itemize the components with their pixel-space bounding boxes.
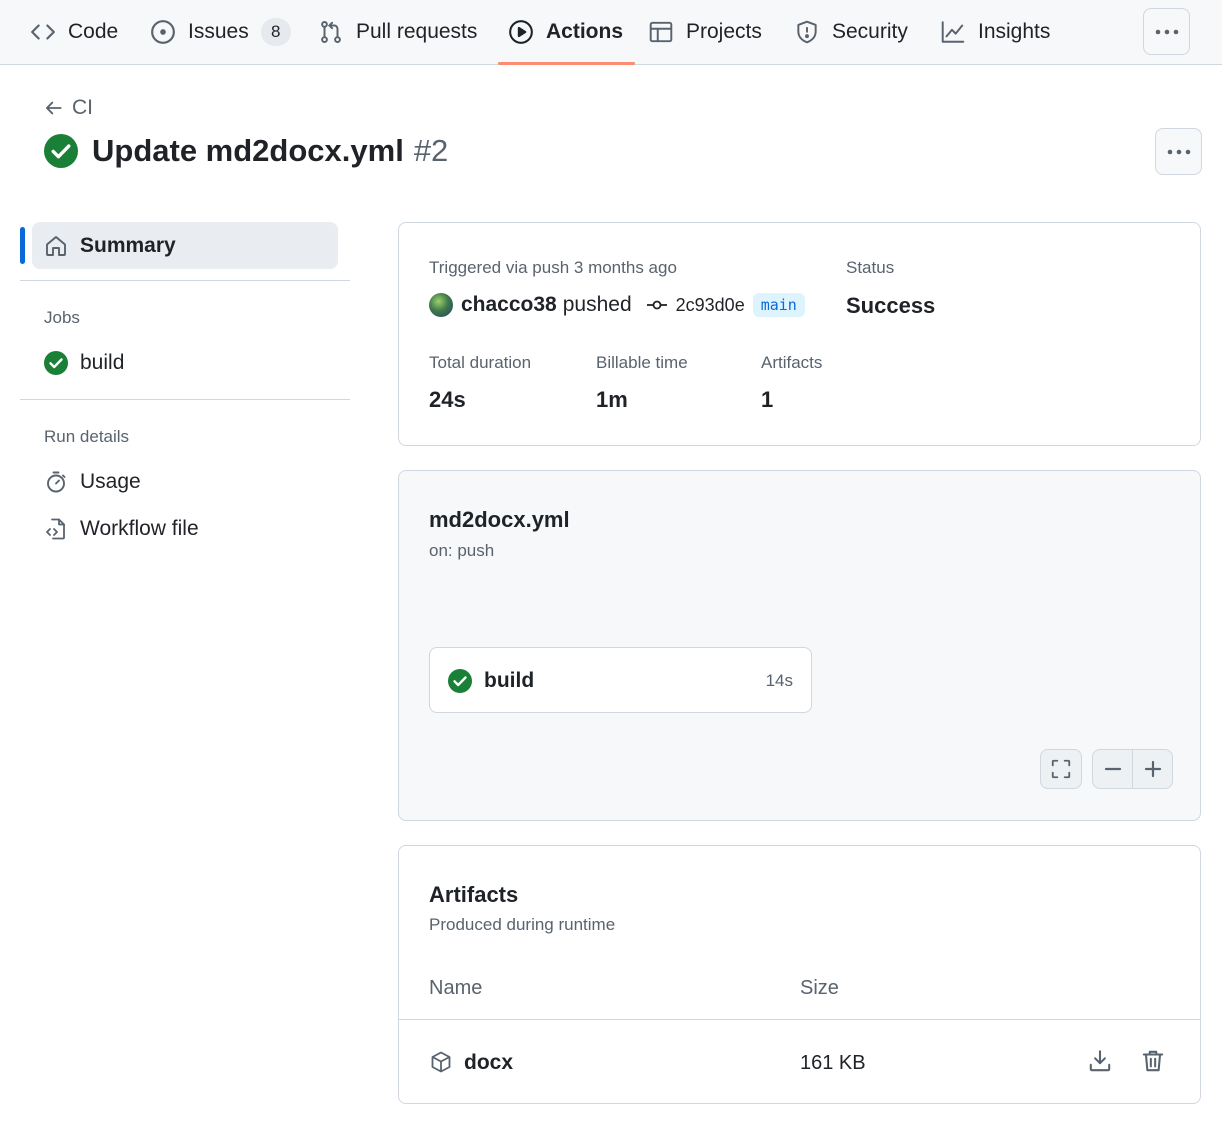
artifacts-count-value[interactable]: 1	[761, 387, 773, 413]
tab-projects[interactable]: Projects	[648, 0, 762, 64]
tab-issues-label: Issues	[188, 20, 249, 43]
sidebar-workflow-file-label: Workflow file	[80, 517, 199, 540]
artifacts-count-label: Artifacts	[761, 353, 823, 372]
fullscreen-button[interactable]	[1040, 749, 1082, 789]
play-icon	[508, 19, 534, 45]
back-link-label: CI	[72, 96, 93, 119]
branch-badge[interactable]: main	[752, 293, 805, 317]
plus-icon	[1143, 759, 1163, 779]
file-code-icon	[44, 517, 68, 541]
avatar	[429, 293, 453, 317]
back-link[interactable]: CI	[44, 96, 93, 120]
sidebar-divider	[20, 399, 350, 400]
download-button[interactable]	[1087, 1048, 1115, 1076]
tab-actions-label: Actions	[546, 20, 624, 43]
issue-opened-icon	[150, 19, 176, 45]
trigger-label: Triggered via push 3 months ago	[429, 258, 677, 277]
status-label: Status	[846, 258, 895, 277]
kebab-horizontal-icon	[1154, 28, 1180, 36]
artifacts-subtitle: Produced during runtime	[429, 915, 616, 934]
zoom-out-button[interactable]	[1092, 749, 1133, 789]
check-circle-fill-icon	[44, 134, 78, 168]
dash-icon	[1103, 759, 1123, 779]
push-info: chacco38 pushed 2c93d0e main	[429, 293, 805, 317]
tab-insights-label: Insights	[978, 20, 1051, 43]
sidebar-item-usage[interactable]: Usage	[44, 470, 141, 494]
tab-issues[interactable]: Issues 8	[150, 0, 291, 64]
check-circle-fill-icon	[44, 351, 68, 375]
workflow-graph-card: md2docx.yml on: push build 14s	[398, 470, 1201, 821]
run-summary-card: Triggered via push 3 months ago chacco38…	[398, 222, 1201, 446]
billable-value[interactable]: 1m	[596, 387, 628, 413]
stopwatch-icon	[44, 470, 68, 494]
repo-nav: Code Issues 8 Pull requests Actions Proj…	[0, 0, 1222, 65]
tab-actions[interactable]: Actions	[497, 0, 636, 65]
active-indicator	[20, 227, 25, 264]
duration-value: 24s	[429, 387, 466, 412]
screen-full-icon	[1050, 758, 1072, 780]
sidebar-summary-label: Summary	[80, 233, 176, 257]
table-row: docx 161 KB	[399, 1020, 1200, 1104]
artifact-size: 161 KB	[800, 1052, 866, 1074]
nav-more-button[interactable]	[1143, 8, 1190, 55]
page-title: Update md2docx.yml #2	[44, 133, 448, 169]
sidebar-divider	[20, 280, 350, 281]
run-more-button[interactable]	[1155, 128, 1202, 175]
run-number: #2	[413, 133, 449, 168]
sidebar-usage-label: Usage	[80, 470, 141, 493]
git-commit-icon	[646, 298, 668, 312]
package-icon	[429, 1050, 453, 1074]
sidebar-item-summary[interactable]: Summary	[32, 222, 338, 269]
artifacts-title: Artifacts	[429, 882, 519, 907]
status-value: Success	[846, 293, 936, 318]
tab-projects-label: Projects	[686, 20, 762, 43]
shield-icon	[794, 19, 820, 45]
git-pull-request-icon	[318, 19, 344, 45]
tab-security[interactable]: Security	[794, 0, 908, 64]
home-icon	[44, 234, 68, 258]
tab-code-label: Code	[68, 20, 119, 43]
billable-label: Billable time	[596, 353, 688, 372]
delete-button[interactable]	[1140, 1048, 1168, 1076]
run-title: Update md2docx.yml	[92, 133, 404, 168]
zoom-in-button[interactable]	[1132, 749, 1173, 789]
workflow-trigger: on: push	[429, 541, 495, 560]
artifacts-card: Artifacts Produced during runtime Name S…	[398, 845, 1201, 1104]
graph-icon	[940, 19, 966, 45]
job-node-duration: 14s	[765, 671, 793, 690]
actor-link[interactable]: chacco38	[461, 293, 557, 317]
job-node-name: build	[484, 669, 535, 692]
check-circle-fill-icon	[448, 669, 472, 693]
run-details-heading: Run details	[44, 427, 130, 446]
jobs-heading: Jobs	[44, 308, 80, 327]
arrow-left-icon	[44, 98, 64, 118]
tab-pull-requests-label: Pull requests	[356, 20, 478, 43]
column-header-name: Name	[429, 977, 483, 999]
tab-security-label: Security	[832, 20, 908, 43]
commit-sha-link[interactable]: 2c93d0e	[676, 295, 745, 316]
push-action: pushed	[562, 293, 632, 316]
sidebar-item-workflow-file[interactable]: Workflow file	[44, 517, 199, 541]
job-node-build[interactable]: build 14s	[429, 647, 812, 713]
duration-label: Total duration	[429, 353, 532, 372]
tab-insights[interactable]: Insights	[940, 0, 1050, 64]
kebab-horizontal-icon	[1166, 148, 1192, 156]
code-icon	[30, 19, 56, 45]
artifact-name-link[interactable]: docx	[464, 1051, 513, 1075]
table-icon	[648, 19, 674, 45]
sidebar-job-label: build	[80, 351, 125, 374]
column-header-size: Size	[800, 977, 839, 999]
issues-count-badge: 8	[260, 18, 291, 46]
sidebar-item-build[interactable]: build	[44, 351, 124, 375]
tab-pull-requests[interactable]: Pull requests	[318, 0, 477, 64]
workflow-name: md2docx.yml	[429, 507, 570, 532]
tab-code[interactable]: Code	[30, 0, 118, 64]
